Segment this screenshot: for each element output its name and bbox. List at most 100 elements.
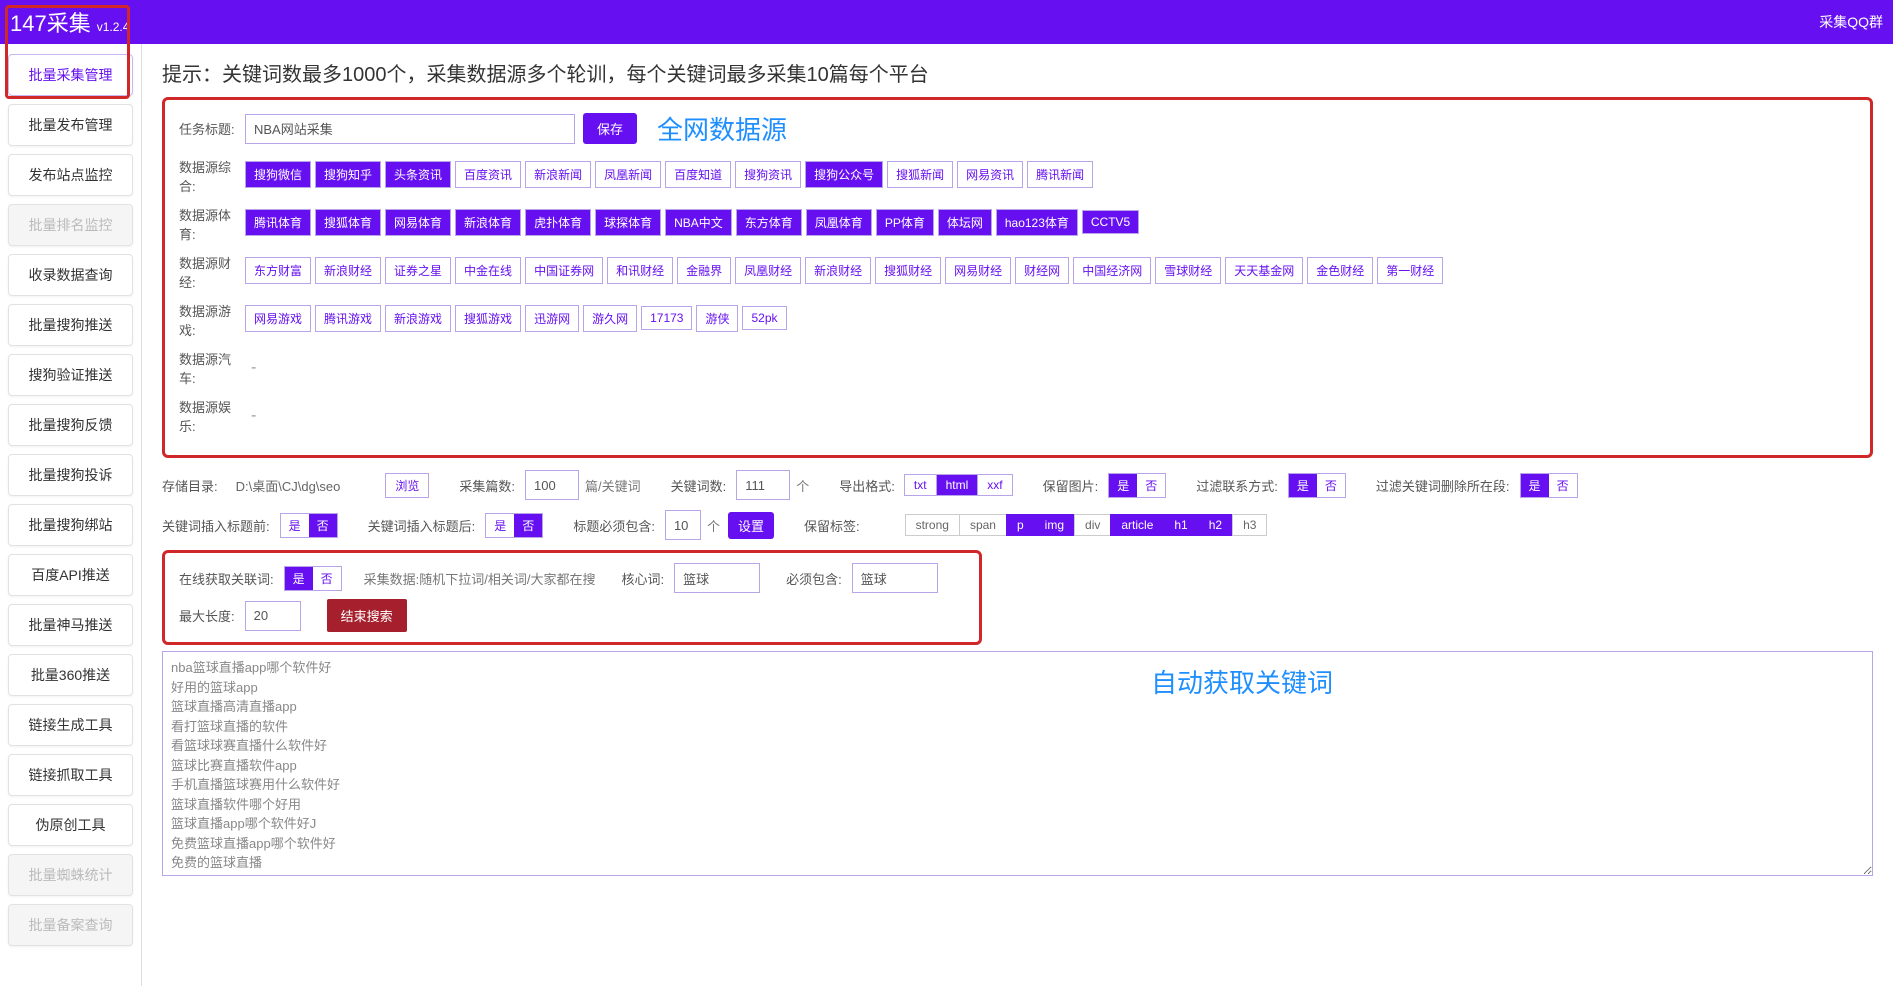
source-tag-2-12[interactable]: 中国经济网 [1073, 257, 1151, 284]
keeptag-article[interactable]: article [1110, 514, 1164, 536]
kw-count-unit: 个 [796, 476, 809, 495]
format-html[interactable]: html [936, 474, 979, 496]
source-tag-3-7[interactable]: 游侠 [696, 305, 738, 332]
source-tag-2-7[interactable]: 凤凰财经 [735, 257, 801, 284]
source-tag-2-13[interactable]: 雪球财经 [1155, 257, 1221, 284]
source-tag-3-1[interactable]: 腾讯游戏 [315, 305, 381, 332]
keeptag-span[interactable]: span [959, 514, 1007, 536]
sidebar-item-8[interactable]: 批量搜狗投诉 [8, 454, 133, 496]
max-input[interactable] [245, 601, 301, 631]
keeptag-h1[interactable]: h1 [1163, 514, 1198, 536]
save-button[interactable]: 保存 [583, 113, 637, 144]
source-tag-1-1[interactable]: 搜狐体育 [315, 209, 381, 236]
source-tag-3-0[interactable]: 网易游戏 [245, 305, 311, 332]
source-tag-2-9[interactable]: 搜狐财经 [875, 257, 941, 284]
source-tag-0-9[interactable]: 搜狐新闻 [887, 161, 953, 188]
format-txt[interactable]: txt [904, 474, 937, 496]
source-tag-3-3[interactable]: 搜狐游戏 [455, 305, 521, 332]
keeptag-div[interactable]: div [1074, 514, 1111, 536]
stop-search-button[interactable]: 结束搜索 [327, 599, 407, 632]
source-tag-1-9[interactable]: PP体育 [876, 209, 934, 236]
source-tag-2-16[interactable]: 第一财经 [1377, 257, 1443, 284]
source-tag-3-5[interactable]: 游久网 [583, 305, 637, 332]
keywords-textarea[interactable] [162, 651, 1873, 876]
source-tag-0-11[interactable]: 腾讯新闻 [1027, 161, 1093, 188]
sidebar-item-2[interactable]: 发布站点监控 [8, 154, 133, 196]
sidebar-item-13[interactable]: 链接生成工具 [8, 704, 133, 746]
source-tag-2-10[interactable]: 网易财经 [945, 257, 1011, 284]
source-tag-2-11[interactable]: 财经网 [1015, 257, 1069, 284]
source-tag-1-4[interactable]: 虎扑体育 [525, 209, 591, 236]
source-tag-2-8[interactable]: 新浪财经 [805, 257, 871, 284]
sidebar-item-9[interactable]: 批量搜狗绑站 [8, 504, 133, 546]
source-tag-1-12[interactable]: CCTV5 [1082, 210, 1139, 234]
prefix-yn[interactable]: 是否 [280, 513, 338, 538]
source-tag-2-3[interactable]: 中金在线 [455, 257, 521, 284]
core-input[interactable] [674, 563, 760, 593]
sidebar-item-1[interactable]: 批量发布管理 [8, 104, 133, 146]
sidebar-item-10[interactable]: 百度API推送 [8, 554, 133, 596]
task-title-input[interactable] [245, 114, 575, 144]
sidebar-item-0[interactable]: 批量采集管理 [8, 54, 133, 96]
source-tag-3-4[interactable]: 迅游网 [525, 305, 579, 332]
keeptag-img[interactable]: img [1034, 514, 1075, 536]
source-tag-2-14[interactable]: 天天基金网 [1225, 257, 1303, 284]
source-tag-0-2[interactable]: 头条资讯 [385, 161, 451, 188]
keeptag-strong[interactable]: strong [905, 514, 960, 536]
source-tag-1-8[interactable]: 凤凰体育 [806, 209, 872, 236]
source-tag-2-6[interactable]: 金融界 [677, 257, 731, 284]
source-tag-0-7[interactable]: 搜狗资讯 [735, 161, 801, 188]
format-xxf[interactable]: xxf [977, 474, 1012, 496]
source-tag-2-15[interactable]: 金色财经 [1307, 257, 1373, 284]
source-dash-5: - [251, 407, 256, 425]
qq-group-link[interactable]: 采集QQ群 [1819, 12, 1883, 32]
source-tag-3-6[interactable]: 17173 [641, 306, 692, 330]
source-tag-0-1[interactable]: 搜狗知乎 [315, 161, 381, 188]
source-tag-0-8[interactable]: 搜狗公众号 [805, 161, 883, 188]
source-tag-1-5[interactable]: 球探体育 [595, 209, 661, 236]
sidebar-item-11[interactable]: 批量神马推送 [8, 604, 133, 646]
source-tag-1-0[interactable]: 腾讯体育 [245, 209, 311, 236]
kw-count-input[interactable] [736, 470, 790, 500]
sidebar-item-15[interactable]: 伪原创工具 [8, 804, 133, 846]
source-tag-2-1[interactable]: 新浪财经 [315, 257, 381, 284]
browse-button[interactable]: 浏览 [385, 473, 429, 498]
online-yn[interactable]: 是否 [284, 566, 342, 591]
source-tag-0-4[interactable]: 新浪新闻 [525, 161, 591, 188]
source-tag-2-0[interactable]: 东方财富 [245, 257, 311, 284]
source-tag-1-3[interactable]: 新浪体育 [455, 209, 521, 236]
source-tag-0-5[interactable]: 凤凰新闻 [595, 161, 661, 188]
source-tag-2-5[interactable]: 和讯财经 [607, 257, 673, 284]
source-tag-0-3[interactable]: 百度资讯 [455, 161, 521, 188]
source-tag-1-7[interactable]: 东方体育 [736, 209, 802, 236]
source-tag-1-2[interactable]: 网易体育 [385, 209, 451, 236]
filter-contact-yn[interactable]: 是否 [1288, 473, 1346, 498]
tip-text: 提示：关键词数最多1000个，采集数据源多个轮训，每个关键词最多采集10篇每个平… [162, 58, 1873, 87]
source-tag-0-0[interactable]: 搜狗微信 [245, 161, 311, 188]
sidebar-item-4[interactable]: 收录数据查询 [8, 254, 133, 296]
source-tag-1-6[interactable]: NBA中文 [665, 209, 732, 236]
source-tag-1-10[interactable]: 体坛网 [938, 209, 992, 236]
set-button[interactable]: 设置 [728, 512, 774, 539]
source-tag-3-2[interactable]: 新浪游戏 [385, 305, 451, 332]
sidebar-item-14[interactable]: 链接抓取工具 [8, 754, 133, 796]
keeptag-p[interactable]: p [1006, 514, 1035, 536]
sidebar-item-12[interactable]: 批量360推送 [8, 654, 133, 696]
sidebar-item-7[interactable]: 批量搜狗反馈 [8, 404, 133, 446]
suffix-yn[interactable]: 是否 [485, 513, 543, 538]
keep-img-yn[interactable]: 是否 [1108, 473, 1166, 498]
source-tag-0-6[interactable]: 百度知道 [665, 161, 731, 188]
collect-count-input[interactable] [525, 470, 579, 500]
title-must-input[interactable] [665, 510, 701, 540]
keeptag-h3[interactable]: h3 [1232, 514, 1267, 536]
must-input[interactable] [852, 563, 938, 593]
source-tag-2-4[interactable]: 中国证券网 [525, 257, 603, 284]
sidebar-item-6[interactable]: 搜狗验证推送 [8, 354, 133, 396]
sidebar-item-5[interactable]: 批量搜狗推送 [8, 304, 133, 346]
source-tag-2-2[interactable]: 证券之星 [385, 257, 451, 284]
source-tag-0-10[interactable]: 网易资讯 [957, 161, 1023, 188]
keeptag-h2[interactable]: h2 [1198, 514, 1233, 536]
source-tag-3-8[interactable]: 52pk [742, 306, 786, 330]
source-tag-1-11[interactable]: hao123体育 [996, 209, 1078, 236]
filter-kwdel-yn[interactable]: 是否 [1520, 473, 1578, 498]
